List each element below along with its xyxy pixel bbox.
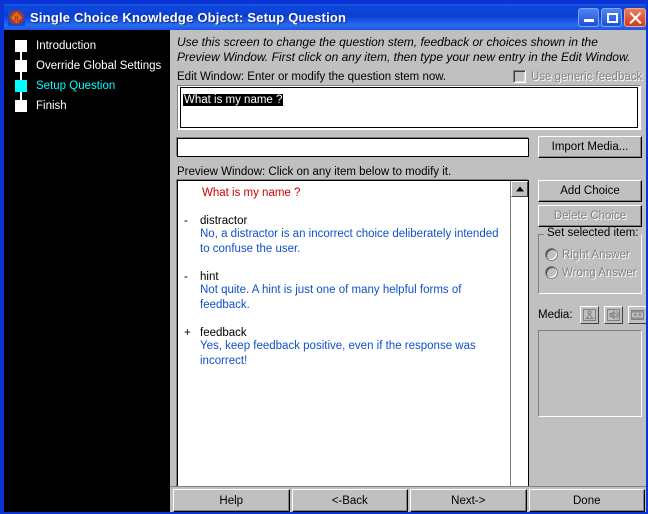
checkbox-box-icon — [513, 70, 526, 83]
sidebar-item-finish[interactable]: Finish — [4, 96, 170, 116]
wrong-answer-label: Wrong Answer — [562, 266, 637, 279]
help-button[interactable]: Help — [173, 489, 290, 512]
wizard-sidebar: Introduction Override Global Settings Se… — [4, 30, 170, 512]
svg-text:8: 8 — [15, 14, 19, 23]
choice-name[interactable]: feedback — [200, 327, 502, 339]
preview-window-label: Preview Window: Click on any item below … — [177, 166, 452, 178]
wrong-answer-radio[interactable]: Wrong Answer — [545, 266, 637, 279]
preview-window[interactable]: What is my name ? - distractor No, a dis… — [177, 180, 529, 504]
maximize-button[interactable] — [601, 7, 622, 27]
media-preview-area — [538, 330, 642, 417]
use-generic-feedback-label: Use generic feedback — [531, 70, 643, 83]
minimize-button[interactable] — [578, 7, 599, 27]
sidebar-item-label: Introduction — [36, 40, 97, 52]
step-marker-icon — [15, 100, 27, 112]
next-button[interactable]: Next-> — [410, 489, 527, 512]
title-bar: 8 Single Choice Knowledge Object: Setup … — [4, 4, 646, 30]
window-title: Single Choice Knowledge Object: Setup Qu… — [30, 9, 347, 25]
sidebar-item-override-global-settings[interactable]: Override Global Settings — [4, 56, 170, 76]
main-panel: Use this screen to change the question s… — [170, 30, 646, 512]
radio-circle-icon — [545, 266, 558, 279]
choice-feedback[interactable]: Yes, keep feedback positive, even if the… — [200, 339, 502, 368]
radio-circle-icon — [545, 248, 558, 261]
set-selected-item-title: Set selected item: — [544, 227, 642, 239]
step-marker-icon — [15, 80, 27, 92]
sidebar-item-label: Finish — [36, 100, 67, 112]
choice-feedback[interactable]: No, a distractor is an incorrect choice … — [200, 227, 502, 256]
preview-choice-item[interactable]: + feedback Yes, keep feedback positive, … — [184, 327, 502, 368]
preview-choice-item[interactable]: - hint Not quite. A hint is just one of … — [184, 271, 502, 312]
scroll-up-button[interactable] — [511, 181, 528, 197]
window-body: Introduction Override Global Settings Se… — [4, 30, 646, 512]
preview-choice-item[interactable]: - distractor No, a distractor is an inco… — [184, 215, 502, 256]
media-path-input[interactable] — [177, 138, 529, 157]
sidebar-item-label: Override Global Settings — [36, 60, 162, 72]
media-toolbar: Media: — [538, 306, 646, 324]
wizard-step-list: Introduction Override Global Settings Se… — [4, 30, 170, 116]
preview-content: What is my name ? - distractor No, a dis… — [178, 181, 510, 503]
right-answer-radio[interactable]: Right Answer — [545, 248, 630, 261]
choice-feedback[interactable]: Not quite. A hint is just one of many he… — [200, 283, 502, 312]
choice-mark: - — [184, 215, 188, 227]
use-generic-feedback-checkbox[interactable]: Use generic feedback — [513, 70, 642, 83]
edit-window[interactable]: What is my name ? — [177, 85, 641, 130]
video-icon[interactable] — [627, 306, 646, 324]
close-button[interactable] — [624, 7, 646, 27]
application-window: 8 Single Choice Knowledge Object: Setup … — [0, 0, 648, 514]
choice-mark: - — [184, 271, 188, 283]
sidebar-item-setup-question[interactable]: Setup Question — [4, 76, 170, 96]
choice-name[interactable]: distractor — [200, 215, 502, 227]
media-label: Media: — [538, 309, 573, 321]
footer-button-bar: Help <-Back Next-> Done — [170, 486, 646, 512]
choice-mark: + — [184, 327, 191, 339]
add-choice-button[interactable]: Add Choice — [538, 180, 642, 202]
set-selected-item-group: Set selected item: Right Answer Wrong An… — [538, 227, 642, 294]
step-marker-icon — [15, 60, 27, 72]
window-controls — [578, 7, 646, 27]
sidebar-item-introduction[interactable]: Introduction — [4, 36, 170, 56]
choice-name[interactable]: hint — [200, 271, 502, 283]
back-button[interactable]: <-Back — [291, 489, 408, 512]
import-media-button[interactable]: Import Media... — [538, 136, 642, 158]
preview-vertical-scrollbar[interactable] — [510, 181, 528, 503]
instructions-text: Use this screen to change the question s… — [177, 35, 631, 64]
edit-window-label: Edit Window: Enter or modify the questio… — [177, 71, 447, 83]
image-icon[interactable] — [579, 306, 599, 324]
step-marker-icon — [15, 40, 27, 52]
preview-question-stem[interactable]: What is my name ? — [202, 187, 502, 199]
app-diamond-icon: 8 — [8, 8, 25, 26]
sidebar-item-label: Setup Question — [36, 80, 116, 92]
delete-choice-button[interactable]: Delete Choice — [538, 205, 642, 227]
chevron-up-icon — [515, 186, 524, 192]
edit-window-text: What is my name ? — [183, 94, 284, 106]
right-answer-label: Right Answer — [562, 248, 630, 261]
done-button[interactable]: Done — [528, 489, 645, 512]
audio-icon[interactable] — [603, 306, 623, 324]
